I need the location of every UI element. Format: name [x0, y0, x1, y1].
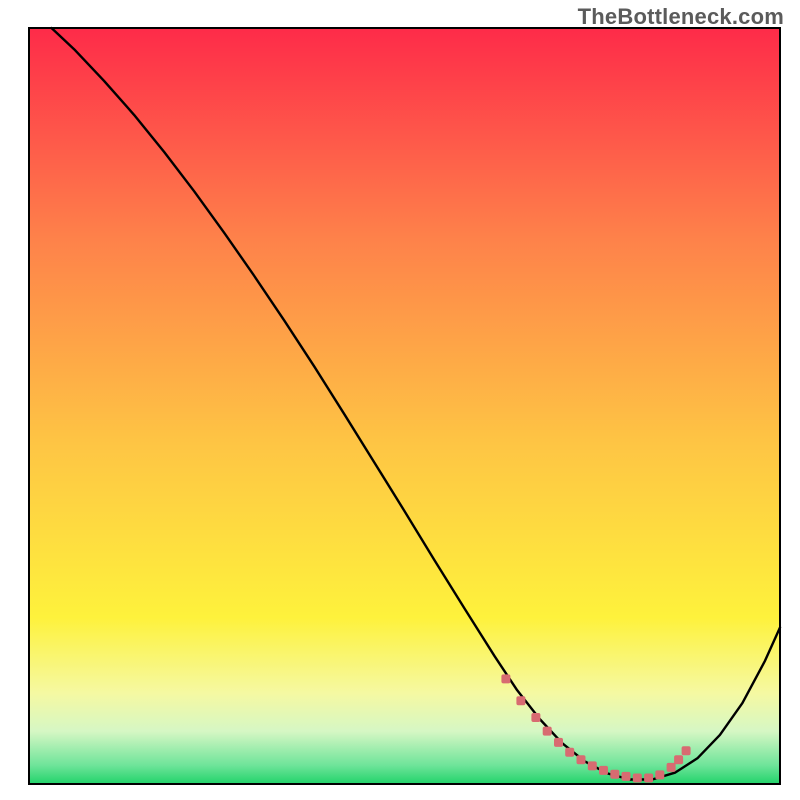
optimal-dot — [516, 696, 525, 705]
optimal-dot — [543, 727, 552, 736]
optimal-dot — [588, 761, 597, 770]
optimal-dot — [674, 755, 683, 764]
optimal-dot — [655, 770, 664, 779]
optimal-dot — [577, 755, 586, 764]
plot-background — [29, 28, 780, 784]
optimal-dot — [599, 766, 608, 775]
optimal-dot — [565, 748, 574, 757]
optimal-dot — [633, 774, 642, 783]
optimal-dot — [554, 738, 563, 747]
bottleneck-chart — [0, 0, 800, 800]
chart-container: TheBottleneck.com — [0, 0, 800, 800]
optimal-dot — [622, 772, 631, 781]
optimal-dot — [501, 674, 510, 683]
optimal-dot — [644, 774, 653, 783]
watermark-text: TheBottleneck.com — [578, 4, 784, 30]
optimal-dot — [531, 713, 540, 722]
optimal-dot — [610, 770, 619, 779]
optimal-dot — [667, 763, 676, 772]
optimal-dot — [682, 746, 691, 755]
